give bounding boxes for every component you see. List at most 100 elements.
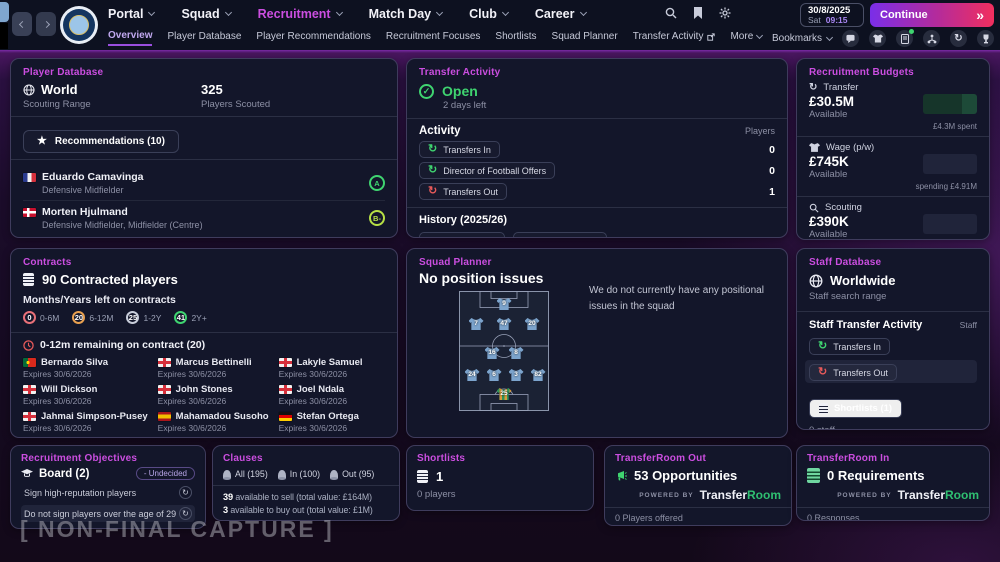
panel-squad-planner[interactable]: Squad Planner No position issues 9 7 47 xyxy=(406,248,788,438)
chevron-down-icon xyxy=(148,9,155,16)
budget-value: £745K xyxy=(809,154,849,169)
menu-career[interactable]: Career xyxy=(535,7,586,21)
objective-row[interactable]: Sign high-reputation players↻ xyxy=(21,484,195,501)
bucket-label: 2Y+ xyxy=(191,313,206,323)
panel-transferroom-out[interactable]: TransferRoom Out 53 Opportunities POWERE… xyxy=(604,445,792,526)
gear-icon[interactable] xyxy=(718,6,732,20)
expiring-player[interactable]: Lakyle SamuelExpires 30/6/2026 xyxy=(279,357,385,379)
bookmark-icon[interactable] xyxy=(691,6,705,20)
clauses-tab-out[interactable]: Out (95) xyxy=(330,469,374,479)
expiring-player[interactable]: Will DicksonExpires 30/6/2026 xyxy=(23,384,148,406)
club-badge-manchester-city[interactable] xyxy=(60,6,98,44)
nation-flag xyxy=(279,412,292,421)
shirt-number: 8 xyxy=(509,349,524,356)
recommendations-button[interactable]: ★Recommendations (10) xyxy=(23,130,179,153)
panel-clauses[interactable]: Clauses All (195) In (100) Out (95) 39 a… xyxy=(212,445,400,521)
activity-row[interactable]: ↻Transfers Out 1 xyxy=(419,183,775,200)
forward-button[interactable] xyxy=(36,12,56,36)
chevron-down-icon xyxy=(756,31,763,38)
menu-recruitment-label: Recruitment xyxy=(258,7,331,21)
expiring-player[interactable]: Bernardo SilvaExpires 30/6/2026 xyxy=(23,357,148,379)
staff-shortlists-button[interactable]: Shortlists (1) xyxy=(809,399,902,418)
tab-shortlists[interactable]: Shortlists xyxy=(495,31,536,45)
menu-match-day[interactable]: Match Day xyxy=(369,7,443,21)
menu-club[interactable]: Club xyxy=(469,7,508,21)
chevron-left-icon xyxy=(18,20,25,27)
undecided-status-chip[interactable]: - Undecided xyxy=(136,467,195,480)
player-position: Defensive Midfielder, Midfielder (Centre… xyxy=(42,220,203,230)
tab-squad-planner[interactable]: Squad Planner xyxy=(552,31,618,45)
expiring-player[interactable]: Mahamadou SusohoExpires 30/6/2026 xyxy=(158,411,269,433)
search-icon[interactable] xyxy=(664,6,678,20)
bookmarks-menu[interactable]: Bookmarks xyxy=(772,33,832,44)
window-edge-shadow xyxy=(0,23,8,49)
panel-transferroom-in[interactable]: TransferRoom In 0 Requirements POWERED B… xyxy=(796,445,990,521)
staff-transfers-out-row[interactable]: ↻Transfers Out xyxy=(805,360,977,383)
staff-row-label: Transfers In xyxy=(833,342,881,352)
clauses-tab-in[interactable]: In (100) xyxy=(278,469,320,479)
player-name: Bernardo Silva xyxy=(41,357,108,368)
expiring-player[interactable]: John StonesExpires 30/6/2026 xyxy=(158,384,269,406)
coins-icon xyxy=(278,470,286,478)
non-final-capture-watermark: [ NON-FINAL CAPTURE ] xyxy=(20,516,334,543)
contract-bucket-6-12m[interactable]: 206-12M xyxy=(72,311,113,324)
expiring-player[interactable]: Stefan OrtegaExpires 30/6/2026 xyxy=(279,411,385,433)
menu-squad[interactable]: Squad xyxy=(181,7,230,21)
panel-contracts[interactable]: Contracts 90 Contracted players Months/Y… xyxy=(10,248,398,438)
staff-column-header: Staff xyxy=(960,320,977,330)
chevron-down-icon xyxy=(579,9,586,16)
tab-more[interactable]: More xyxy=(730,31,762,45)
recommended-player-row[interactable]: Eduardo Camavinga Defensive Midfielder A xyxy=(23,166,385,200)
squad-shirt-icon[interactable] xyxy=(869,30,886,47)
trophy-icon[interactable] xyxy=(977,30,994,47)
panel-staff-database[interactable]: Staff Database Worldwide Staff search ra… xyxy=(796,248,990,430)
menu-match-day-label: Match Day xyxy=(369,7,432,21)
clauses-tab-all[interactable]: All (195) xyxy=(223,469,268,479)
clauses-tab-label: Out (95) xyxy=(342,469,374,479)
expiring-player[interactable]: Marcus BettinelliExpires 30/6/2026 xyxy=(158,357,269,379)
continue-button[interactable]: Continue » xyxy=(870,3,994,27)
back-button[interactable] xyxy=(12,12,32,36)
budget-bar-chart xyxy=(923,94,977,114)
panel-transfer-activity[interactable]: Transfer Activity ✓ Open 2 days left Act… xyxy=(406,58,788,238)
staff-range-value: Worldwide xyxy=(830,273,895,288)
tab-player-database[interactable]: Player Database xyxy=(167,31,241,45)
history-transfers-in-chip[interactable]: £0Transfers In xyxy=(419,232,505,238)
menu-recruitment[interactable]: Recruitment xyxy=(258,7,342,21)
contract-bucket-0-6m[interactable]: 00-6M xyxy=(23,311,59,324)
contract-expiry: Expires 30/6/2026 xyxy=(279,423,385,433)
sync-icon[interactable]: ↻ xyxy=(950,30,967,47)
shortlist-document-icon xyxy=(417,470,428,483)
panel-title: Shortlists xyxy=(417,453,583,464)
tab-transfer-activity[interactable]: Transfer Activity xyxy=(633,31,716,45)
activity-row[interactable]: ↻Transfers In 0 xyxy=(419,141,775,158)
bucket-label: 1-2Y xyxy=(143,313,161,323)
contract-bucket-2y-plus[interactable]: 412Y+ xyxy=(174,311,206,324)
staff-transfers-in-row[interactable]: ↻Transfers In xyxy=(809,336,977,355)
budget-sub: Available xyxy=(809,229,849,240)
expiring-player[interactable]: Jahmai Simpson-PuseyExpires 30/6/2026 xyxy=(23,411,148,433)
panel-title: Recruitment Budgets xyxy=(809,67,977,78)
formation-pitch[interactable]: 9 7 47 20 16 8 24 6 3 82 25 xyxy=(459,291,549,411)
tab-player-recommendations[interactable]: Player Recommendations xyxy=(256,31,371,45)
tab-recruitment-focuses[interactable]: Recruitment Focuses xyxy=(386,31,480,45)
panel-recruitment-budgets[interactable]: Recruitment Budgets ↻Transfer £30.5MAvai… xyxy=(796,58,990,240)
expiring-player[interactable]: Joel NdalaExpires 30/6/2026 xyxy=(279,384,385,406)
game-date[interactable]: 30/8/2025 Sat09:15 xyxy=(800,3,864,27)
history-transfers-out-chip[interactable]: £0Transfers Out xyxy=(513,232,606,238)
menu-portal[interactable]: Portal xyxy=(108,7,154,21)
panel-title: Contracts xyxy=(23,257,385,268)
tab-overview[interactable]: Overview xyxy=(108,30,152,46)
history-label: Transfers In xyxy=(447,238,495,239)
recommended-player-row[interactable]: Morten Hjulmand Defensive Midfielder, Mi… xyxy=(23,200,385,235)
globe-icon xyxy=(23,84,35,96)
budget-sub: Available xyxy=(809,169,849,180)
panel-player-database[interactable]: Player Database World Scouting Range 325… xyxy=(10,58,398,238)
activity-row[interactable]: ↻Director of Football Offers 0 xyxy=(419,162,775,179)
inbox-icon[interactable] xyxy=(842,30,859,47)
menu-portal-label: Portal xyxy=(108,7,143,21)
report-card-icon[interactable] xyxy=(896,30,913,47)
panel-shortlists[interactable]: Shortlists 1 0 players xyxy=(406,445,594,511)
tactics-hierarchy-icon[interactable] xyxy=(923,30,940,47)
contract-bucket-1-2y[interactable]: 251-2Y xyxy=(126,311,161,324)
